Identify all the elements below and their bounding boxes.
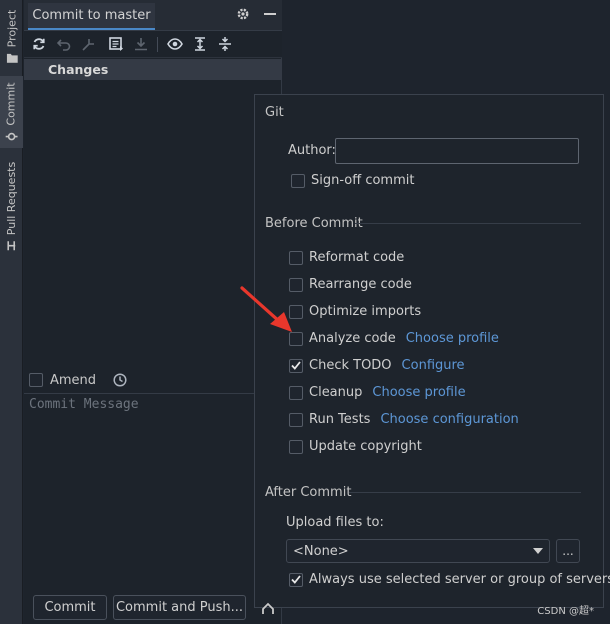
before-commit-option-update-copyright[interactable]: Update copyright (289, 439, 422, 454)
update-copyright-checkbox[interactable] (289, 439, 303, 454)
before-commit-option-cleanup[interactable]: Cleanup Choose profile (289, 385, 466, 400)
tool-window-strip: Project Commit Pull Requests (0, 0, 23, 624)
analyze-code-label: Analyze code (309, 331, 396, 346)
commit-button[interactable]: Commit (33, 595, 107, 620)
settings-hint-icon[interactable] (260, 602, 276, 616)
analyze-code-link[interactable]: Choose profile (406, 331, 499, 346)
author-row: Author: (288, 143, 336, 158)
check-todo-link[interactable]: Configure (402, 358, 465, 373)
before-commit-option-check-todo[interactable]: Check TODO Configure (289, 358, 465, 373)
download-icon[interactable] (132, 35, 150, 53)
shelve-icon[interactable] (80, 35, 98, 53)
eye-icon[interactable] (166, 35, 184, 53)
before-commit-option-analyze-code[interactable]: Analyze code Choose profile (289, 331, 499, 346)
cleanup-link[interactable]: Choose profile (372, 385, 465, 400)
upload-server-select[interactable]: <None> (286, 539, 550, 563)
browse-servers-button[interactable]: ... (556, 539, 580, 563)
pull-request-icon (7, 240, 15, 250)
upload-label: Upload files to: (286, 515, 384, 530)
watermark: CSDN @超* (537, 606, 594, 617)
commit-options-popup: Git Author: Sign-off commit Before Commi… (254, 94, 610, 608)
sidebar-tab-project[interactable]: Project (0, 4, 23, 68)
refresh-icon[interactable] (30, 35, 48, 53)
before-commit-title: Before Commit (265, 216, 363, 231)
commit-tab-bar: Commit to master (24, 0, 282, 31)
check-todo-checkbox[interactable] (289, 358, 303, 373)
sidebar-tab-pull-requests[interactable]: Pull Requests (0, 156, 23, 256)
run-tests-link[interactable]: Choose configuration (380, 412, 518, 427)
git-section-title: Git (265, 105, 284, 120)
author-label: Author: (288, 143, 336, 158)
commit-and-push-button[interactable]: Commit and Push... (113, 595, 246, 620)
optimize-imports-label: Optimize imports (309, 304, 422, 319)
amend-checkbox[interactable] (29, 373, 43, 387)
minimize-icon[interactable] (264, 8, 276, 20)
chevron-down-icon (533, 548, 543, 554)
annotation-arrow-icon (240, 286, 292, 332)
diff-icon[interactable] (107, 35, 125, 53)
after-commit-divider (349, 492, 581, 493)
commit-toolbar (24, 31, 282, 58)
before-commit-divider (355, 223, 581, 224)
signoff-label: Sign-off commit (311, 173, 415, 188)
before-commit-option-rearrange-code[interactable]: Rearrange code (289, 277, 412, 292)
commit-message-placeholder: Commit Message (29, 397, 139, 412)
sidebar-tab-commit[interactable]: Commit (0, 76, 23, 148)
always-use-row[interactable]: Always use selected server or group of s… (289, 572, 610, 587)
before-commit-option-run-tests[interactable]: Run Tests Choose configuration (289, 412, 519, 427)
signoff-checkbox[interactable] (291, 173, 305, 188)
tab-commit-to-master[interactable]: Commit to master (28, 3, 155, 30)
upload-selected-value: <None> (293, 543, 349, 559)
reformat-code-checkbox[interactable] (289, 250, 303, 265)
after-commit-title: After Commit (265, 485, 352, 500)
history-icon[interactable] (113, 373, 127, 387)
toolbar-separator (157, 37, 158, 52)
always-use-label: Always use selected server or group of s… (309, 572, 610, 587)
rearrange-code-label: Rearrange code (309, 277, 412, 292)
signoff-row[interactable]: Sign-off commit (291, 173, 414, 188)
before-commit-option-reformat-code[interactable]: Reformat code (289, 250, 404, 265)
collapse-all-icon[interactable] (216, 35, 234, 53)
run-tests-label: Run Tests (309, 412, 371, 427)
amend-row: Amend (29, 370, 127, 390)
cleanup-checkbox[interactable] (289, 385, 303, 400)
author-input[interactable] (335, 138, 579, 164)
commit-message-input[interactable]: Commit Message (24, 393, 282, 589)
changes-header[interactable]: Changes (24, 59, 282, 80)
expand-all-icon[interactable] (191, 35, 209, 53)
run-tests-checkbox[interactable] (289, 412, 303, 427)
gear-icon[interactable] (236, 7, 250, 21)
always-use-checkbox[interactable] (289, 572, 303, 587)
cleanup-label: Cleanup (309, 385, 363, 400)
before-commit-option-optimize-imports[interactable]: Optimize imports (289, 304, 421, 319)
update-copyright-label: Update copyright (309, 439, 422, 454)
check-todo-label: Check TODO (309, 358, 392, 373)
amend-label: Amend (50, 372, 97, 388)
upload-row: Upload files to: (286, 515, 384, 530)
rollback-icon[interactable] (55, 35, 73, 53)
commit-icon (5, 132, 18, 140)
reformat-code-label: Reformat code (309, 250, 405, 265)
folder-icon (6, 53, 18, 63)
checkmark-icon (291, 575, 301, 584)
checkmark-icon (291, 361, 301, 370)
